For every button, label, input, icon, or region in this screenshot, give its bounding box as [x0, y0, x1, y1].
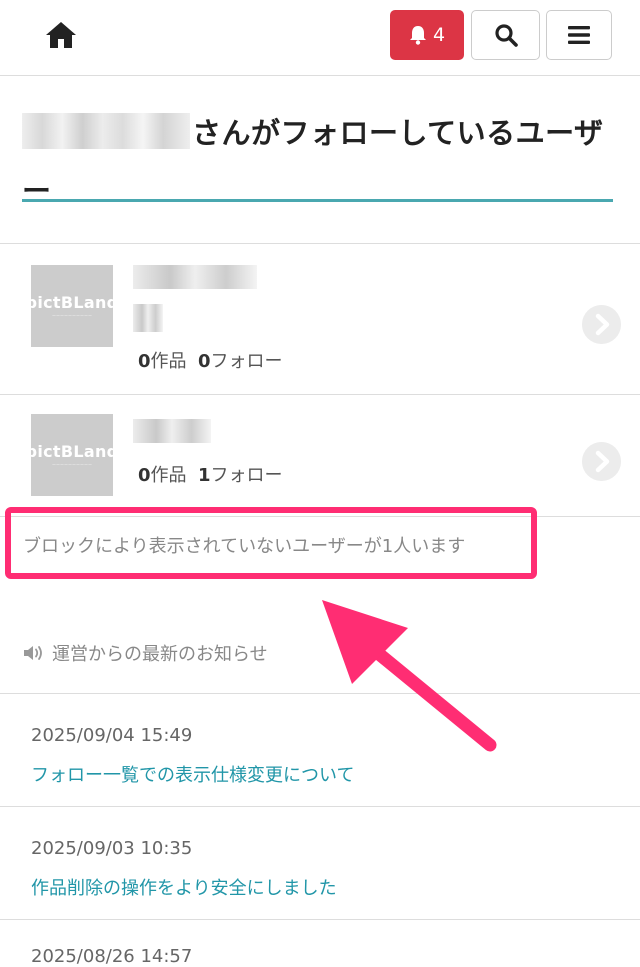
annotation-arrow	[322, 600, 497, 752]
